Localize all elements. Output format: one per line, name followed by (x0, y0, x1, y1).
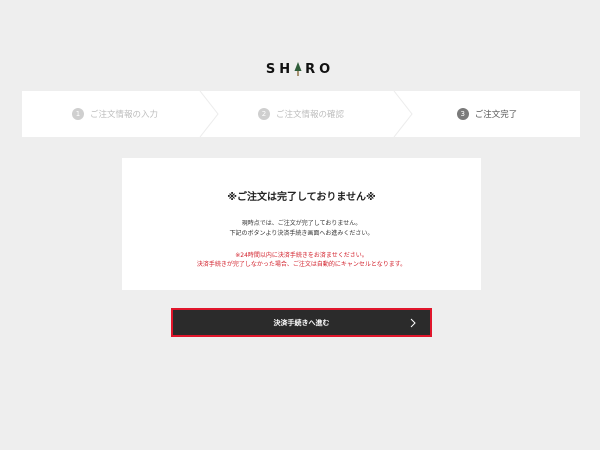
proceed-to-payment-button[interactable]: 決済手続きへ進む (171, 308, 432, 337)
step-label: ご注文完了 (474, 110, 518, 120)
step-number: 1 (71, 108, 84, 120)
notice-message-line: 下記のボタンより決済手続き画面へお進みください。 (229, 230, 374, 237)
notice-warning-line: 決済手続きが完了しなかった場合、ご注文は自動的にキャンセルとなります。 (196, 261, 407, 268)
order-incomplete-notice: ※ご注文は完了しておりません※ 現時点では、ご注文が完了しておりません。 下記の… (122, 158, 481, 290)
tree-icon (294, 62, 302, 76)
step-order-complete: 3 ご注文完了 (394, 91, 580, 137)
step-number: 3 (456, 108, 469, 120)
shiro-logo[interactable]: SH RO (0, 60, 600, 78)
step-label: ご注文情報の確認 (275, 110, 344, 120)
step-order-confirm: 2 ご注文情報の確認 (208, 91, 394, 137)
logo-text-end: RO (305, 61, 335, 77)
checkout-progress-steps: 1 ご注文情報の入力 2 ご注文情報の確認 3 ご注文完了 (22, 91, 580, 137)
notice-warning: ※24時間以内に決済手続きをお済ませください。 決済手続きが完了しなかった場合、… (122, 251, 481, 269)
notice-message: 現時点では、ご注文が完了しておりません。 下記のボタンより決済手続き画面へお進み… (122, 219, 481, 239)
step-label: ご注文情報の入力 (89, 110, 158, 120)
chevron-right-icon (410, 318, 416, 328)
notice-warning-line: ※24時間以内に決済手続きをお済ませください。 (235, 252, 368, 259)
notice-message-line: 現時点では、ご注文が完了しておりません。 (241, 220, 362, 227)
notice-title: ※ご注文は完了しておりません※ (227, 192, 376, 203)
proceed-button-label: 決済手続きへ進む (273, 318, 330, 327)
logo-text-start: SH (265, 61, 295, 77)
step-order-input: 1 ご注文情報の入力 (22, 91, 208, 137)
step-number: 2 (257, 108, 270, 120)
